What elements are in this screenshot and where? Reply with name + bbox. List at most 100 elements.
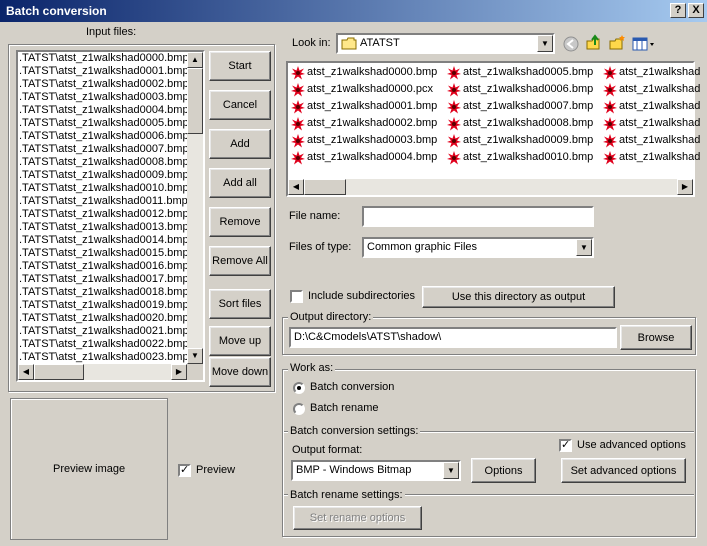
list-item[interactable]: .TATST\atst_z1walkshad0019.bmp xyxy=(18,299,187,312)
file-item[interactable]: atst_z1walkshad0008.bmp xyxy=(446,115,593,132)
list-item[interactable]: .TATST\atst_z1walkshad0006.bmp xyxy=(18,130,187,143)
output-format-dropdown-icon[interactable]: ▼ xyxy=(443,462,459,479)
list-item[interactable]: .TATST\atst_z1walkshad0017.bmp xyxy=(18,273,187,286)
input-list-hscroll[interactable]: ◀ ▶ xyxy=(18,364,187,380)
conversion-settings-label: Batch conversion settings: xyxy=(288,425,421,437)
file-item-label: atst_z1walkshad xyxy=(619,117,701,129)
help-button[interactable]: ? xyxy=(670,3,686,18)
list-item[interactable]: .TATST\atst_z1walkshad0003.bmp xyxy=(18,91,187,104)
use-directory-as-output-button[interactable]: Use this directory as output xyxy=(422,286,615,308)
use-advanced-options-checkbox[interactable]: ✓ xyxy=(559,439,572,452)
file-item[interactable]: atst_z1walkshad0004.bmp xyxy=(290,149,437,166)
list-item[interactable]: .TATST\atst_z1walkshad0020.bmp xyxy=(18,312,187,325)
remove-button[interactable]: Remove xyxy=(209,207,271,237)
scroll-left-arrow-icon[interactable]: ◀ xyxy=(18,364,34,380)
input-list-vthumb[interactable] xyxy=(187,68,203,134)
list-item[interactable]: .TATST\atst_z1walkshad0009.bmp xyxy=(18,169,187,182)
browse-button[interactable]: Browse xyxy=(620,325,692,350)
cancel-button[interactable]: Cancel xyxy=(209,90,271,120)
file-name-input[interactable] xyxy=(362,206,594,227)
files-of-type-combo[interactable]: Common graphic Files ▼ xyxy=(362,237,594,258)
view-menu-icon[interactable] xyxy=(632,35,656,53)
scroll-left-arrow-icon[interactable]: ◀ xyxy=(288,179,304,195)
look-in-dropdown-icon[interactable]: ▼ xyxy=(537,35,553,52)
scroll-up-arrow-icon[interactable]: ▲ xyxy=(187,52,203,68)
start-button[interactable]: Start xyxy=(209,51,271,81)
image-file-icon xyxy=(447,117,461,131)
list-item[interactable]: .TATST\atst_z1walkshad0015.bmp xyxy=(18,247,187,260)
list-item[interactable]: .TATST\atst_z1walkshad0004.bmp xyxy=(18,104,187,117)
list-item[interactable]: .TATST\atst_z1walkshad0011.bmp xyxy=(18,195,187,208)
file-item-label: atst_z1walkshad xyxy=(619,100,701,112)
look-in-combo[interactable]: ATATST ▼ xyxy=(336,33,555,54)
list-item[interactable]: .TATST\atst_z1walkshad0010.bmp xyxy=(18,182,187,195)
input-files-list[interactable]: .TATST\atst_z1walkshad0000.bmp .TATST\ats… xyxy=(16,50,205,382)
file-item[interactable]: atst_z1walkshad0010.bmp xyxy=(446,149,593,166)
file-item[interactable]: atst_z1walkshad0007.bmp xyxy=(446,98,593,115)
file-browser-hthumb[interactable] xyxy=(304,179,346,195)
list-item[interactable]: .TATST\atst_z1walkshad0005.bmp xyxy=(18,117,187,130)
file-item[interactable]: atst_z1walkshad0003.bmp xyxy=(290,132,437,149)
add-all-button[interactable]: Add all xyxy=(209,168,271,198)
input-list-hthumb[interactable] xyxy=(34,364,84,380)
file-item[interactable]: atst_z1walkshad0005.bmp xyxy=(446,64,593,81)
list-item[interactable]: .TATST\atst_z1walkshad0023.bmp xyxy=(18,351,187,364)
file-browser-list[interactable]: atst_z1walkshad0000.bmp atst_z1walkshad00… xyxy=(286,61,700,197)
scroll-down-arrow-icon[interactable]: ▼ xyxy=(187,348,203,364)
file-name-label: File name: xyxy=(289,210,341,222)
output-directory-input[interactable]: D:\C&Cmodels\ATST\shadow\ xyxy=(289,327,617,348)
file-item[interactable]: atst_z1walkshad0000.bmp xyxy=(290,64,437,81)
file-item[interactable]: atst_z1walkshad0002.bmp xyxy=(290,115,437,132)
file-browser-hscroll[interactable]: ◀ ▶ xyxy=(288,179,693,195)
add-button[interactable]: Add xyxy=(209,129,271,159)
back-icon[interactable] xyxy=(562,35,580,53)
options-button[interactable]: Options xyxy=(471,458,536,483)
file-item[interactable]: atst_z1walkshad xyxy=(602,98,700,115)
remove-all-button[interactable]: Remove All xyxy=(209,246,271,276)
file-item[interactable]: atst_z1walkshad xyxy=(602,149,700,166)
scroll-right-arrow-icon[interactable]: ▶ xyxy=(677,179,693,195)
file-item-label: atst_z1walkshad xyxy=(619,66,701,78)
include-subdirectories-checkbox[interactable] xyxy=(290,290,303,303)
sort-files-button[interactable]: Sort files xyxy=(209,289,271,319)
image-file-icon xyxy=(291,83,305,97)
list-item[interactable]: .TATST\atst_z1walkshad0012.bmp xyxy=(18,208,187,221)
image-file-icon xyxy=(603,83,617,97)
up-folder-icon[interactable] xyxy=(585,34,603,52)
batch-rename-radio[interactable] xyxy=(293,403,305,415)
list-item[interactable]: .TATST\atst_z1walkshad0008.bmp xyxy=(18,156,187,169)
batch-conversion-radio[interactable] xyxy=(293,382,305,394)
list-item[interactable]: .TATST\atst_z1walkshad0014.bmp xyxy=(18,234,187,247)
files-of-type-dropdown-icon[interactable]: ▼ xyxy=(576,239,592,256)
list-item[interactable]: .TATST\atst_z1walkshad0001.bmp xyxy=(18,65,187,78)
move-down-button[interactable]: Move down xyxy=(209,357,271,387)
list-item[interactable]: .TATST\atst_z1walkshad0021.bmp xyxy=(18,325,187,338)
list-item[interactable]: .TATST\atst_z1walkshad0018.bmp xyxy=(18,286,187,299)
preview-checkbox[interactable]: ✓ xyxy=(178,464,191,477)
list-item[interactable]: .TATST\atst_z1walkshad0007.bmp xyxy=(18,143,187,156)
list-item[interactable]: .TATST\atst_z1walkshad0000.bmp xyxy=(18,52,187,65)
image-file-icon xyxy=(447,151,461,165)
image-file-icon xyxy=(291,66,305,80)
move-up-button[interactable]: Move up xyxy=(209,326,271,356)
file-item[interactable]: atst_z1walkshad0000.pcx xyxy=(290,81,433,98)
look-in-label: Look in: xyxy=(292,37,331,49)
list-item[interactable]: .TATST\atst_z1walkshad0016.bmp xyxy=(18,260,187,273)
output-format-combo[interactable]: BMP - Windows Bitmap ▼ xyxy=(291,460,461,481)
file-item[interactable]: atst_z1walkshad xyxy=(602,115,700,132)
list-item[interactable]: .TATST\atst_z1walkshad0002.bmp xyxy=(18,78,187,91)
new-folder-icon[interactable] xyxy=(608,34,626,52)
list-item[interactable]: .TATST\atst_z1walkshad0013.bmp xyxy=(18,221,187,234)
scroll-right-arrow-icon[interactable]: ▶ xyxy=(171,364,187,380)
list-item[interactable]: .TATST\atst_z1walkshad0022.bmp xyxy=(18,338,187,351)
input-list-vscroll[interactable]: ▲ ▼ xyxy=(187,52,203,364)
file-item[interactable]: atst_z1walkshad0009.bmp xyxy=(446,132,593,149)
file-item[interactable]: atst_z1walkshad xyxy=(602,132,700,149)
file-item[interactable]: atst_z1walkshad0001.bmp xyxy=(290,98,437,115)
file-item[interactable]: atst_z1walkshad xyxy=(602,64,700,81)
close-button[interactable]: X xyxy=(688,3,704,18)
file-item[interactable]: atst_z1walkshad0006.bmp xyxy=(446,81,593,98)
set-advanced-options-button[interactable]: Set advanced options xyxy=(561,458,686,483)
image-file-icon xyxy=(291,100,305,114)
file-item[interactable]: atst_z1walkshad xyxy=(602,81,700,98)
